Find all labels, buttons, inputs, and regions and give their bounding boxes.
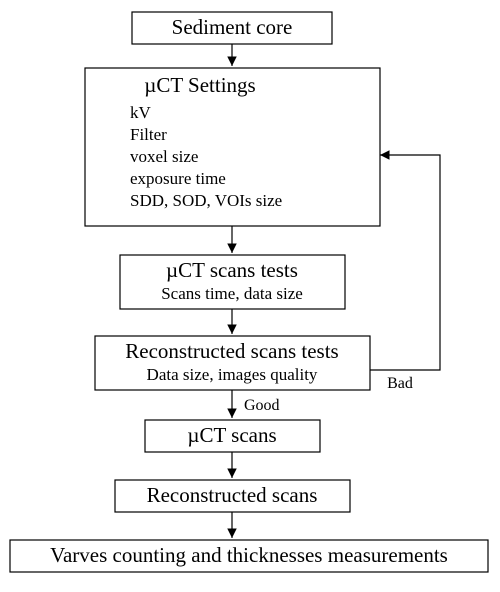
recon-title: Reconstructed scans [147, 483, 318, 507]
scans-title: µCT scans [187, 423, 276, 447]
settings-item-2: voxel size [130, 147, 198, 166]
label-bad: Bad [387, 375, 413, 392]
node-sediment-core: Sediment core [132, 12, 332, 44]
node-uct-scans-tests: µCT scans tests Scans time, data size [120, 255, 345, 309]
node-reconstructed-scans: Reconstructed scans [115, 480, 350, 512]
node-uct-settings: µCT Settings kV Filter voxel size exposu… [85, 68, 380, 226]
recon-tests-sub: Data size, images quality [147, 365, 318, 384]
node-reconstructed-scans-tests: Reconstructed scans tests Data size, ima… [95, 336, 370, 390]
settings-item-4: SDD, SOD, VOIs size [130, 191, 282, 210]
recon-tests-title: Reconstructed scans tests [125, 339, 338, 363]
scans-tests-sub: Scans time, data size [161, 284, 303, 303]
settings-title: µCT Settings [144, 73, 255, 97]
sediment-title: Sediment core [172, 15, 293, 39]
settings-item-3: exposure time [130, 169, 226, 188]
scans-tests-title: µCT scans tests [166, 258, 298, 282]
settings-item-0: kV [130, 103, 152, 122]
label-good: Good [244, 397, 280, 414]
node-varves: Varves counting and thicknesses measurem… [10, 540, 488, 572]
varves-title: Varves counting and thicknesses measurem… [50, 543, 448, 567]
settings-item-1: Filter [130, 125, 167, 144]
node-uct-scans: µCT scans [145, 420, 320, 452]
